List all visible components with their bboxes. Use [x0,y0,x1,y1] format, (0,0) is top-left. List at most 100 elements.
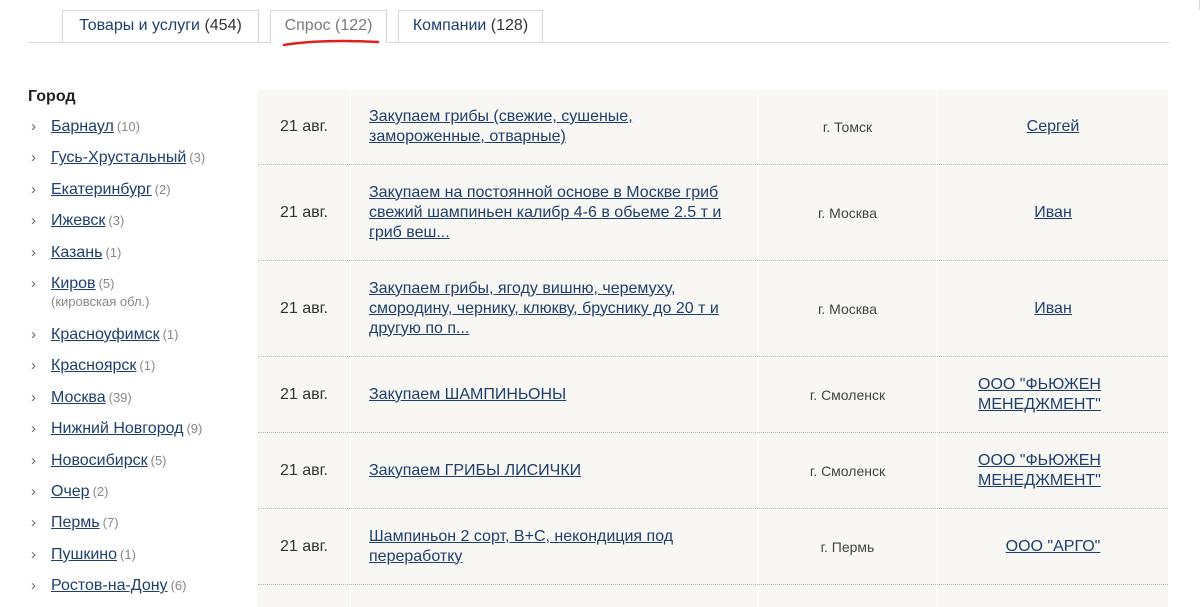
row-city: г. Москва [759,165,937,260]
city-link[interactable]: Очер [51,483,90,500]
chevron-right-icon: › [31,545,36,563]
author-link[interactable]: ООО "ФЬЮЖЕН МЕНЕДЖМЕНТ" [978,375,1128,415]
chevron-right-icon: › [31,118,36,135]
city-item: › Очер (2) [28,482,248,513]
tab-companies[interactable]: Компании (128) [398,10,543,42]
city-link[interactable]: Москва [51,389,106,406]
chevron-right-icon: › [31,325,36,343]
city-link[interactable]: Киров [51,275,96,292]
row-title-cell [350,585,758,607]
row-city: г. Смоленск [759,433,937,508]
tab-label: Товары и услуги [79,17,200,34]
city-count: (1) [162,326,179,342]
city-link[interactable]: Новосибирск [51,452,148,469]
city-link[interactable]: Ростов-на-Дону [51,577,168,594]
city-item: › Нижний Новгород (9) [28,419,248,450]
chevron-right-icon: › [31,180,36,198]
city-link[interactable]: Казань [51,244,102,261]
row-city: г. Москва [759,261,937,356]
city-link[interactable]: Нижний Новгород [51,420,183,437]
city-item: › Екатеринбург (2) [28,180,248,211]
row-city [759,585,937,607]
city-link[interactable]: Ижевск [51,212,105,229]
row-author-cell [938,585,1168,607]
city-region: (кировская обл.) [51,293,150,309]
demand-table: 21 авг. Закупаем грибы (свежие, сушеные,… [258,90,1168,607]
author-link[interactable]: Иван [1034,203,1072,223]
chevron-right-icon: › [31,149,36,167]
chevron-right-icon: › [31,388,36,406]
tab-label: Компании [412,17,487,34]
row-date: 21 авг. [280,461,328,479]
demand-title-link[interactable]: Закупаем грибы, ягоду вишню, черемуху, с… [369,279,739,339]
author-link[interactable]: ООО "ФЬЮЖЕН МЕНЕДЖМЕНТ" [978,451,1128,491]
city-item: › Ижевск (3) [28,211,248,242]
city-item: › Гусь-Хрустальный (3) [28,148,248,179]
city-link[interactable]: Гусь-Хрустальный [51,149,186,166]
chevron-right-icon: › [31,274,36,292]
city-count: (2) [154,181,171,197]
demand-title-link[interactable]: Закупаем грибы (свежие, сушеные, заморож… [369,107,739,147]
row-date: 21 авг. [280,203,328,221]
city-count: (1) [105,244,122,260]
row-author-cell: ООО "АРГО" [938,509,1168,584]
tab-products-services[interactable]: Товары и услуги (454) [62,10,259,42]
row-author-cell: Иван [938,165,1168,260]
table-row: 21 авг. Закупаем ШАМПИНЬОНЫ г. Смоленск … [258,357,1168,433]
city-count: (10) [116,119,140,134]
city-item: › Киров (5) (кировская обл.) [28,274,248,325]
tab-label: Спрос [284,17,331,34]
city-count: (1) [120,546,136,562]
author-link[interactable]: ООО "АРГО" [1006,537,1101,557]
city-link[interactable]: Барнаул [51,118,114,135]
city-item: › Москва (39) [28,388,248,419]
table-row: 21 авг. Шампиньон 2 сорт, В+С, некондици… [258,509,1168,585]
tab-demand[interactable]: Спрос (122) [270,10,387,43]
city-count: (7) [102,515,119,531]
city-link[interactable]: Пермь [51,514,100,531]
tab-bar: Товары и услуги (454) Спрос (122) Компан… [28,10,1169,43]
page: Товары и услуги (454) Спрос (122) Компан… [0,0,1200,607]
table-row: 21 авг. Закупаем грибы (свежие, сушеные,… [258,90,1168,165]
row-title-cell: Закупаем грибы, ягоду вишню, черемуху, с… [350,261,758,356]
row-date [258,585,350,607]
demand-title-link[interactable]: Закупаем ШАМПИНЬОНЫ [369,385,566,405]
city-count: (3) [108,213,125,229]
city-link[interactable]: Красноярск [51,357,136,374]
city-count: (9) [186,421,203,437]
demand-title-link[interactable]: Закупаем на постоянной основе в Москве г… [369,183,739,243]
row-date: 21 авг. [280,299,328,317]
city-count: (5) [98,275,115,291]
chevron-right-icon: › [31,482,36,500]
table-row: 21 авг. Закупаем на постоянной основе в … [258,165,1168,261]
city-item: › Пушкино (1) [28,545,248,576]
chevron-right-icon: › [31,577,36,595]
city-count: (2) [92,483,109,499]
row-date: 21 авг. [280,118,328,135]
city-count: (39) [108,389,132,405]
table-row-partial [258,585,1168,607]
tab-count: (128) [490,17,529,34]
row-title-cell: Закупаем ГРИБЫ ЛИСИЧКИ [350,433,758,508]
city-link[interactable]: Екатеринбург [51,181,152,198]
city-count: (5) [150,452,167,468]
author-link[interactable]: Иван [1034,299,1072,319]
chevron-right-icon: › [31,514,36,532]
author-link[interactable]: Сергей [1027,117,1080,137]
city-link[interactable]: Пушкино [51,546,117,563]
row-city: г. Пермь [759,509,937,584]
city-count: (1) [139,358,156,374]
city-item: › Ростов-на-Дону (6) [28,576,248,607]
tab-count: (454) [204,17,242,34]
row-date: 21 авг. [280,385,328,403]
row-author-cell: Иван [938,261,1168,356]
demand-title-link[interactable]: Шампиньон 2 сорт, В+С, некондиция под пе… [369,527,739,567]
chevron-right-icon: › [31,212,36,230]
table-row: 21 авг. Закупаем грибы, ягоду вишню, чер… [258,261,1168,357]
demand-title-link[interactable]: Закупаем ГРИБЫ ЛИСИЧКИ [369,461,581,481]
sidebar-title: Город [28,88,76,105]
city-list: › Барнаул (10) › Гусь-Хрустальный (3) › Екате… [28,117,248,607]
city-link[interactable]: Красноуфимск [51,326,160,343]
chevron-right-icon: › [31,243,36,261]
city-filter-sidebar: Город › Барнаул (10) › Гусь-Хрустальный (3) … [28,86,248,607]
